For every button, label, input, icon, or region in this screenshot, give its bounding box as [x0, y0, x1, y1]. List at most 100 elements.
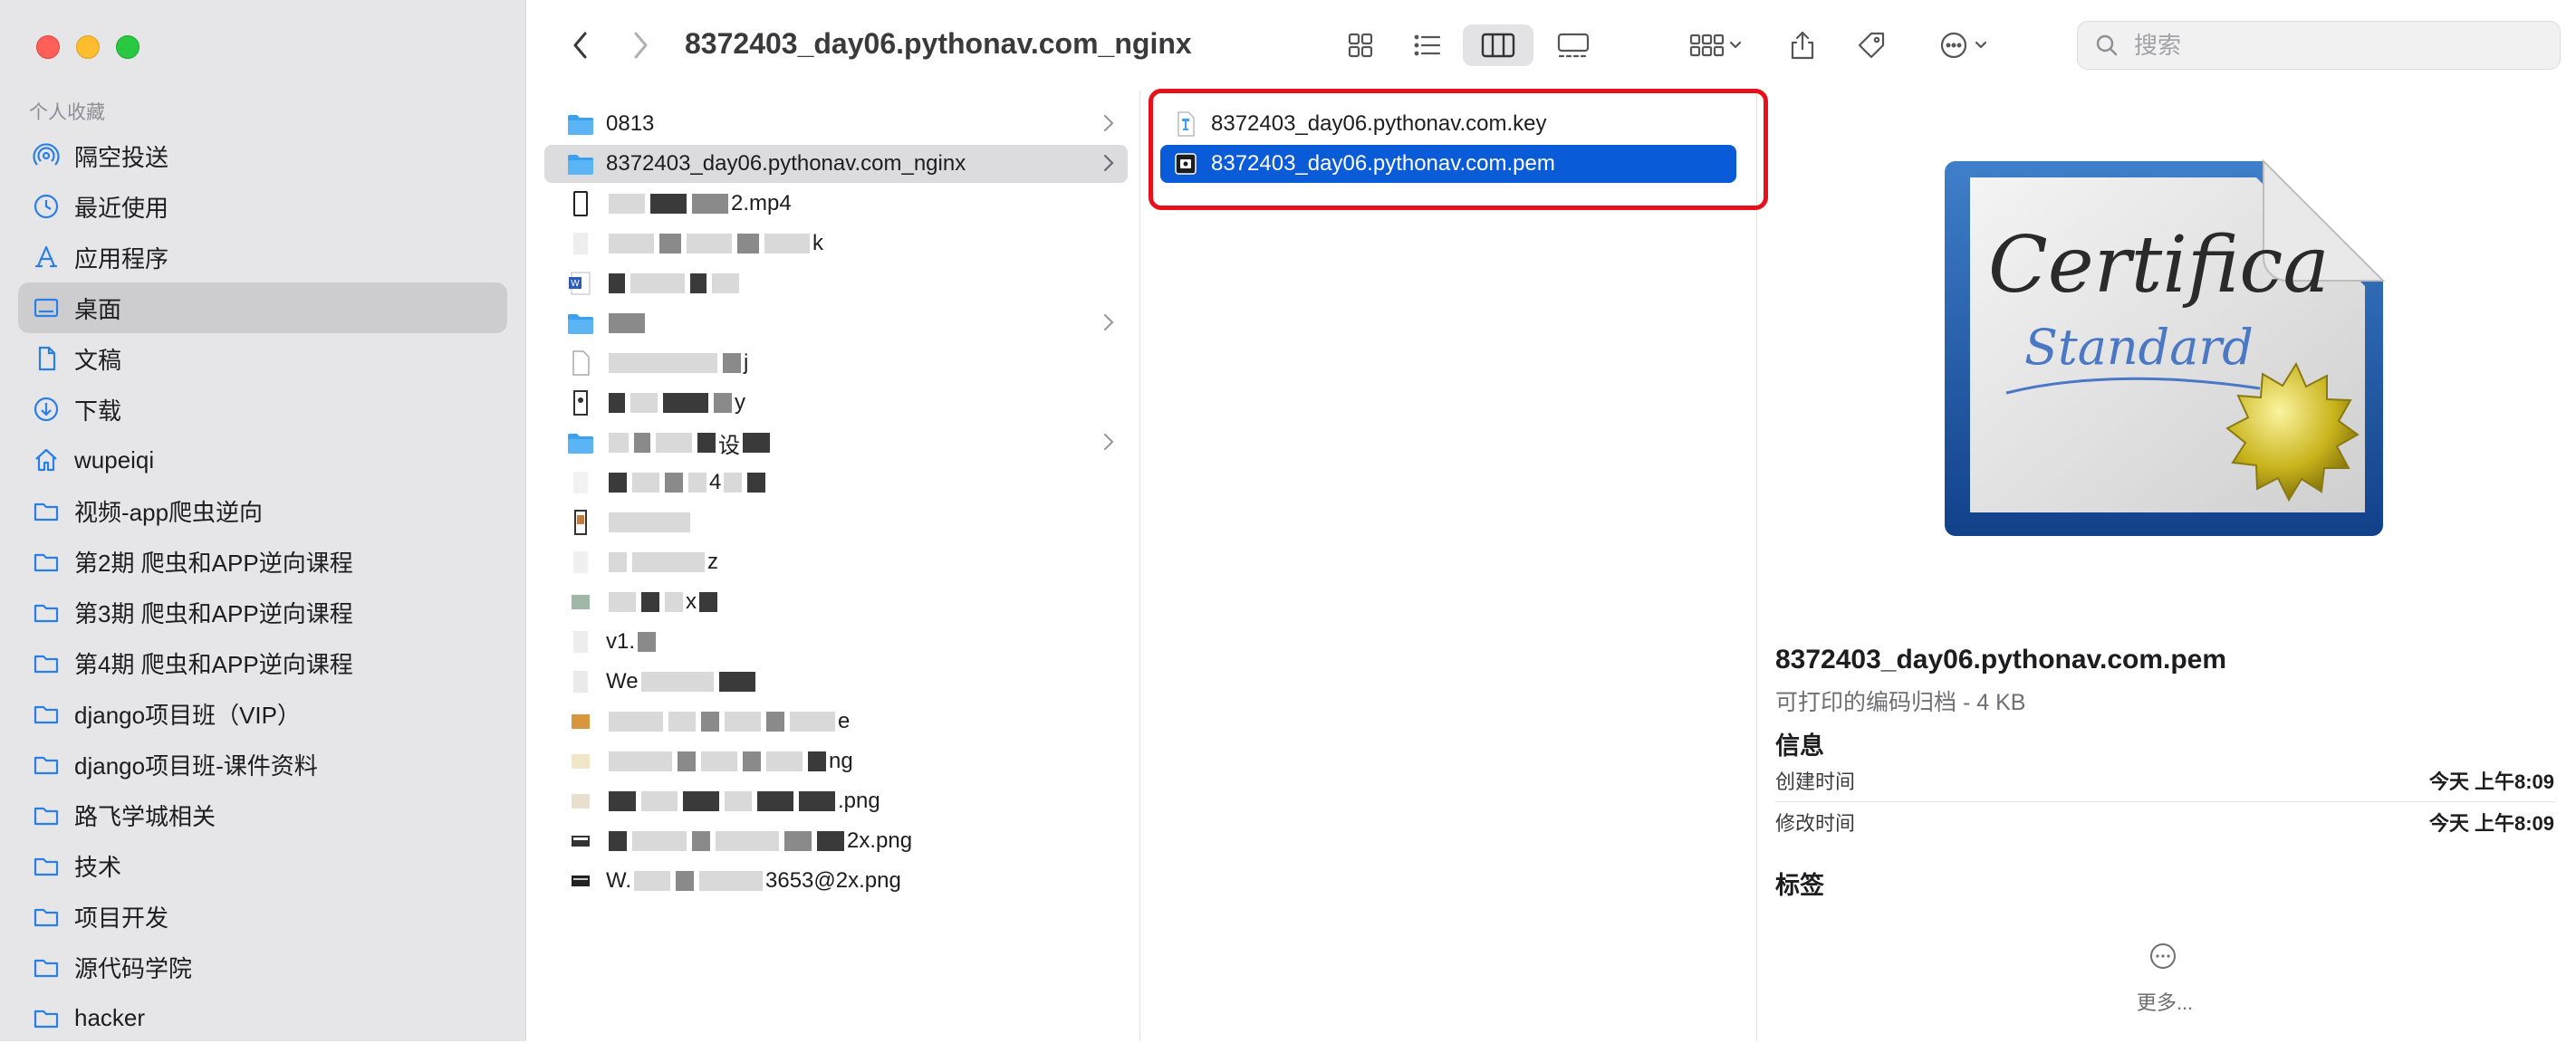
sidebar-item-label: hacker — [74, 1003, 146, 1031]
sidebar-item-label: 路飞学城相关 — [74, 802, 216, 830]
tag-icon — [1858, 32, 1885, 59]
sidebar-item-folder[interactable]: 技术 — [18, 840, 507, 891]
forward-button[interactable] — [624, 27, 657, 63]
folder-icon — [33, 751, 60, 778]
sidebar-item-folder[interactable]: 第2期 爬虫和APP逆向课程 — [18, 536, 507, 587]
list-item[interactable] — [555, 503, 1128, 541]
search-field[interactable] — [2077, 21, 2561, 70]
image-file-icon — [566, 747, 595, 776]
folder-icon — [33, 801, 60, 828]
list-item[interactable]: z — [555, 543, 1128, 581]
preview-file-name: 8372403_day06.pythonav.com.pem — [1775, 645, 2227, 675]
sidebar-item-folder[interactable]: 视频-app爬虫逆向 — [18, 485, 507, 536]
redacted-text — [712, 273, 739, 293]
sidebar-item-folder[interactable]: 第4期 爬虫和APP逆向课程 — [18, 637, 507, 688]
more-actions-button[interactable] — [1927, 24, 2004, 66]
image-file-icon — [566, 388, 595, 417]
sidebar-item-folder[interactable]: 源代码学院 — [18, 942, 507, 992]
list-item-label: 2x.png — [847, 828, 913, 853]
redacted-text — [699, 871, 763, 891]
list-item-folder[interactable] — [555, 304, 1128, 342]
sidebar-item-label: 应用程序 — [74, 244, 169, 273]
sidebar-item-desktop[interactable]: 桌面 — [18, 282, 507, 333]
word-document-icon: W — [566, 269, 595, 298]
list-item[interactable]: 2x.png — [555, 822, 1128, 860]
folder-icon — [33, 548, 60, 575]
list-item-folder[interactable]: 设 — [555, 424, 1128, 462]
window-controls — [36, 35, 139, 59]
list-item-folder-selected[interactable]: 8372403_day06.pythonav.com_nginx — [544, 145, 1128, 183]
redacted-text — [678, 751, 696, 771]
redacted-text — [609, 751, 672, 771]
sidebar-item-folder[interactable]: hacker — [18, 992, 507, 1043]
search-input[interactable] — [2132, 30, 2534, 61]
list-item[interactable]: e — [555, 703, 1128, 741]
list-item-label: 0813 — [606, 111, 655, 136]
redacted-text — [747, 473, 766, 493]
list-item[interactable]: 4 — [555, 464, 1128, 502]
list-item[interactable]: j — [555, 344, 1128, 382]
redacted-text — [697, 433, 716, 453]
folder-icon — [33, 1004, 60, 1031]
list-item-label: x — [686, 589, 697, 614]
redacted-text — [634, 433, 650, 453]
sidebar-item-folder[interactable]: 路飞学城相关 — [18, 789, 507, 840]
redacted-text — [692, 831, 710, 851]
list-item[interactable]: We — [555, 663, 1128, 701]
image-file-icon — [566, 707, 595, 736]
list-item[interactable]: y — [555, 384, 1128, 422]
list-item[interactable]: x — [555, 583, 1128, 621]
list-item[interactable]: k — [555, 225, 1128, 263]
list-item-label: z — [707, 550, 718, 574]
sidebar-item-folder[interactable]: django项目班-课件资料 — [18, 739, 507, 789]
list-item-folder[interactable]: 0813 — [555, 105, 1128, 143]
svg-text:Standard: Standard — [2024, 319, 2254, 376]
favorites-list: 隔空投送 最近使用 应用程序 桌面 文稿 下载 wupeiqi 视频-app爬虫… — [18, 130, 507, 1043]
list-item[interactable]: ng — [555, 742, 1128, 780]
list-item[interactable]: .png — [555, 782, 1128, 820]
back-button[interactable] — [564, 27, 597, 63]
group-by-button[interactable] — [1677, 24, 1754, 66]
redacted-text — [668, 712, 696, 732]
redacted-text — [692, 194, 728, 214]
more-circle-icon[interactable] — [2148, 942, 2177, 971]
sidebar-item-airdrop[interactable]: 隔空投送 — [18, 130, 507, 181]
tags-button[interactable] — [1849, 24, 1894, 66]
modified-value: 今天 上午8:09 — [2428, 812, 2554, 835]
folder-icon — [33, 903, 60, 930]
zoom-window-button[interactable] — [116, 35, 139, 59]
redacted-text — [699, 592, 717, 612]
sidebar-item-applications[interactable]: 应用程序 — [18, 232, 507, 282]
redacted-text — [641, 791, 678, 811]
list-item[interactable]: 2.mp4 — [555, 185, 1128, 223]
sidebar-item-home[interactable]: wupeiqi — [18, 435, 507, 485]
close-window-button[interactable] — [36, 35, 60, 59]
list-item-label: 8372403_day06.pythonav.com_nginx — [606, 151, 966, 176]
sidebar-item-label: django项目班-课件资料 — [74, 751, 318, 780]
download-icon — [33, 396, 60, 423]
share-button[interactable] — [1782, 24, 1823, 66]
sidebar-item-recents[interactable]: 最近使用 — [18, 181, 507, 232]
sidebar-item-label: wupeiqi — [74, 445, 155, 474]
redacted-text — [609, 552, 627, 572]
redacted-text — [630, 393, 658, 413]
folder-icon — [33, 649, 60, 676]
column-view-button[interactable] — [1463, 24, 1533, 66]
list-item[interactable]: W. 3653@2x.png — [555, 862, 1128, 900]
sidebar-item-folder[interactable]: 第3期 爬虫和APP逆向课程 — [18, 587, 507, 637]
redacted-text — [757, 791, 793, 811]
sidebar-item-folder[interactable]: 项目开发 — [18, 891, 507, 942]
list-view-button[interactable] — [1403, 24, 1452, 66]
sidebar-item-folder[interactable]: django项目班（VIP） — [18, 688, 507, 739]
list-item[interactable]: v1. — [555, 623, 1128, 661]
more-button[interactable]: 更多... — [2119, 987, 2210, 1016]
redacted-text — [716, 831, 779, 851]
modified-row: 修改时间 今天 上午8:09 — [1775, 802, 2554, 842]
sidebar-item-downloads[interactable]: 下载 — [18, 384, 507, 435]
list-item[interactable]: W — [555, 264, 1128, 302]
airdrop-icon — [33, 142, 60, 169]
sidebar-item-documents[interactable]: 文稿 — [18, 333, 507, 384]
minimize-window-button[interactable] — [76, 35, 100, 59]
gallery-view-button[interactable] — [1546, 24, 1600, 66]
icon-view-button[interactable] — [1336, 24, 1385, 66]
